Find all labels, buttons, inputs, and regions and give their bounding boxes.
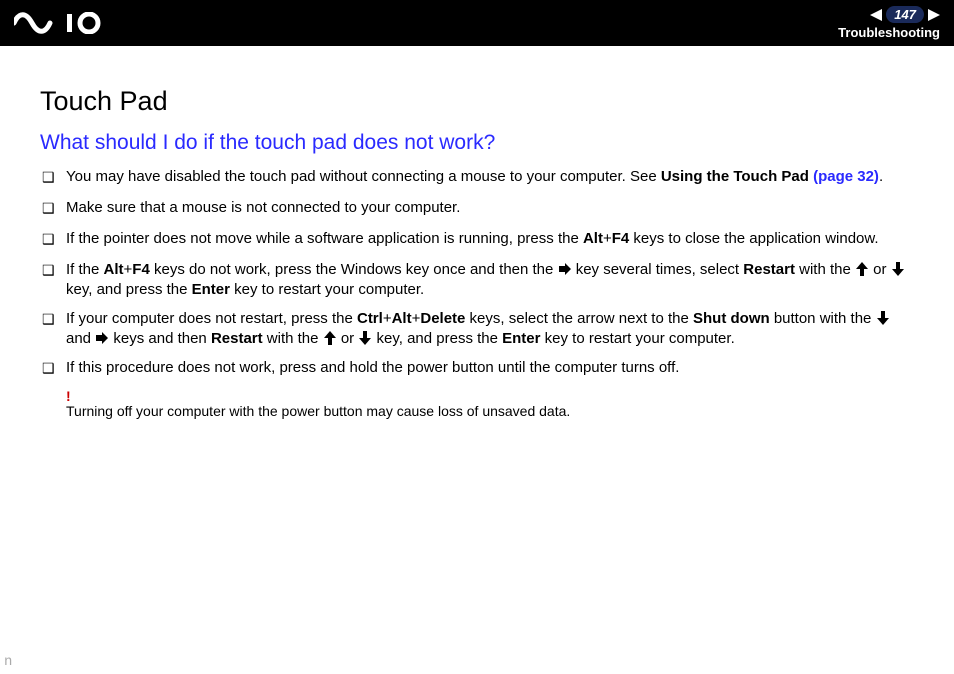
- vaio-logo: [14, 12, 110, 34]
- bold-text: Using the Touch Pad: [661, 168, 813, 185]
- next-page-arrow-icon[interactable]: [928, 9, 940, 21]
- list-item-text: Make sure that a mouse is not connected …: [66, 198, 914, 218]
- text-run: If the pointer does not move while a sof…: [66, 230, 583, 247]
- bold-text: Alt: [392, 310, 412, 327]
- page-title: Touch Pad: [40, 86, 914, 117]
- list-item: ❑If this procedure does not work, press …: [42, 358, 914, 379]
- down-arrow-icon: [877, 311, 889, 325]
- page-subtitle: What should I do if the touch pad does n…: [40, 131, 914, 155]
- bold-text: Restart: [743, 261, 795, 278]
- page-link[interactable]: (page 32): [813, 168, 879, 185]
- bullet-icon: ❑: [42, 260, 66, 281]
- bold-text: F4: [612, 230, 630, 247]
- text-run: .: [879, 168, 883, 185]
- bold-text: Enter: [192, 281, 230, 298]
- text-run: key several times, select: [572, 261, 744, 278]
- up-arrow-icon: [324, 331, 336, 345]
- list-item: ❑If your computer does not restart, pres…: [42, 309, 914, 348]
- text-run: +: [603, 230, 612, 247]
- right-arrow-icon: [96, 331, 108, 345]
- list-item-text: If your computer does not restart, press…: [66, 309, 914, 348]
- instruction-list: ❑You may have disabled the touch pad wit…: [40, 167, 914, 379]
- warning-text: Turning off your computer with the power…: [66, 403, 914, 419]
- text-run: keys to close the application window.: [629, 230, 878, 247]
- list-item-text: You may have disabled the touch pad with…: [66, 167, 914, 187]
- text-run: key to restart your computer.: [540, 330, 734, 347]
- bold-text: Restart: [211, 330, 263, 347]
- text-run: If this procedure does not work, press a…: [66, 359, 679, 376]
- text-run: Make sure that a mouse is not connected …: [66, 199, 460, 216]
- bold-text: Enter: [502, 330, 540, 347]
- header-right: 147 Troubleshooting: [838, 0, 940, 46]
- text-run: +: [383, 310, 392, 327]
- page-nav: 147: [870, 6, 940, 23]
- page-content: Touch Pad What should I do if the touch …: [0, 46, 954, 419]
- section-label: Troubleshooting: [838, 25, 940, 40]
- bold-text: Shut down: [693, 310, 770, 327]
- text-run: or: [869, 261, 891, 278]
- page-number-badge: 147: [886, 6, 924, 23]
- text-run: If the: [66, 261, 104, 278]
- text-run: keys, select the arrow next to the: [465, 310, 693, 327]
- bullet-icon: ❑: [42, 358, 66, 379]
- list-item: ❑If the pointer does not move while a so…: [42, 229, 914, 250]
- up-arrow-icon: [856, 262, 868, 276]
- bold-text: Alt: [104, 261, 124, 278]
- bullet-icon: ❑: [42, 198, 66, 219]
- corner-marker: n: [4, 654, 12, 670]
- list-item: ❑If the Alt+F4 keys do not work, press t…: [42, 260, 914, 299]
- text-run: You may have disabled the touch pad with…: [66, 168, 661, 185]
- prev-page-arrow-icon[interactable]: [870, 9, 882, 21]
- text-run: key to restart your computer.: [230, 281, 424, 298]
- bullet-icon: ❑: [42, 229, 66, 250]
- down-arrow-icon: [892, 262, 904, 276]
- list-item: ❑Make sure that a mouse is not connected…: [42, 198, 914, 219]
- warning-block: ! Turning off your computer with the pow…: [66, 389, 914, 419]
- text-run: button with the: [770, 310, 876, 327]
- list-item-text: If this procedure does not work, press a…: [66, 358, 914, 378]
- text-run: +: [124, 261, 133, 278]
- right-arrow-icon: [559, 262, 571, 276]
- bullet-icon: ❑: [42, 167, 66, 188]
- warning-icon: !: [66, 389, 914, 403]
- text-run: and: [66, 330, 95, 347]
- text-run: key, and press the: [372, 330, 502, 347]
- down-arrow-icon: [359, 331, 371, 345]
- text-run: keys and then: [109, 330, 211, 347]
- list-item: ❑You may have disabled the touch pad wit…: [42, 167, 914, 188]
- list-item-text: If the Alt+F4 keys do not work, press th…: [66, 260, 914, 299]
- header-bar: 147 Troubleshooting: [0, 0, 954, 46]
- list-item-text: If the pointer does not move while a sof…: [66, 229, 914, 249]
- text-run: If your computer does not restart, press…: [66, 310, 357, 327]
- text-run: keys do not work, press the Windows key …: [150, 261, 558, 278]
- text-run: key, and press the: [66, 281, 192, 298]
- bullet-icon: ❑: [42, 309, 66, 330]
- bold-text: F4: [132, 261, 150, 278]
- text-run: with the: [263, 330, 323, 347]
- bold-text: Delete: [420, 310, 465, 327]
- bold-text: Ctrl: [357, 310, 383, 327]
- text-run: or: [337, 330, 359, 347]
- text-run: with the: [795, 261, 855, 278]
- bold-text: Alt: [583, 230, 603, 247]
